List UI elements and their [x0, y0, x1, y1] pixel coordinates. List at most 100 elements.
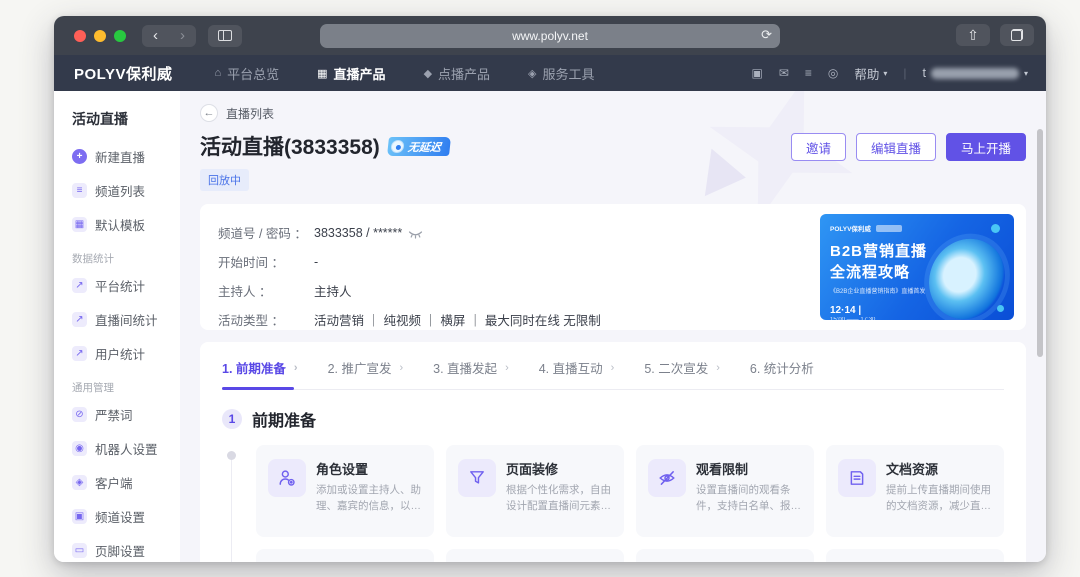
sidebar-toggle-icon [218, 30, 232, 41]
nav-service-tools[interactable]: ◈ 服务工具 [528, 64, 594, 83]
steps-tabs: 1. 前期准备 › 2. 推广宣发 › 3. 直播发起 › 4. 直播互动 › [222, 358, 1004, 390]
sidebar-item-label: 平台统计 [95, 276, 145, 295]
step-tab-analytics[interactable]: 6. 统计分析 [750, 358, 814, 377]
step-label: 4. 直播互动 [539, 358, 603, 377]
chevron-down-icon: ▾ [1024, 69, 1028, 78]
card-title: 角色设置 [316, 459, 422, 478]
browser-titlebar: ‹ › www.polyv.net ⟳ ⇧ [54, 16, 1046, 55]
eye-slash-icon [648, 459, 686, 497]
mail-icon[interactable]: ✉ [779, 66, 789, 80]
workflow-panel: 1. 前期准备 › 2. 推广宣发 › 3. 直播发起 › 4. 直播互动 › [200, 342, 1026, 562]
card-chatroom-settings[interactable]: ▭ 聊天室设置 [446, 549, 624, 562]
card-watch-page-settings[interactable]: ▭ 观看页设置 [636, 549, 814, 562]
user-account-menu[interactable]: t ▾ [923, 66, 1029, 80]
card-document-resources[interactable]: 文档资源 提前上传直播期间使用的文档资源，减少直播中的失… [826, 445, 1004, 537]
card-anti-screen-record[interactable]: ▭ 防录屏 [256, 549, 434, 562]
promo-banner[interactable]: POLYV保利威 B2B营销直播 全流程攻略 《B2B企业直播营销指南》直播首发… [820, 214, 1014, 320]
start-live-button[interactable]: 马上开播 [946, 133, 1026, 161]
sidebar-section-data-stats: 数据统计 [72, 251, 180, 266]
paint-funnel-icon [458, 459, 496, 497]
banner-subtitle: 《B2B企业直播营销指南》直播首发 [830, 286, 1004, 295]
minimize-window-button[interactable] [94, 30, 106, 42]
browser-sidebar-button[interactable] [208, 25, 242, 47]
chevron-right-icon: › [716, 362, 720, 374]
sidebar-item-label: 严禁词 [95, 405, 133, 424]
eye-closed-icon [408, 229, 423, 240]
browser-forward-button[interactable]: › [169, 25, 196, 47]
toolbox-icon: ◈ [528, 67, 536, 80]
chevron-right-icon: › [294, 362, 298, 374]
sidebar-item-channel-settings[interactable]: ▣ 频道设置 [72, 499, 180, 533]
chart-icon: ↗ [72, 346, 87, 361]
timeline-dot [227, 451, 236, 460]
client-icon: ◈ [72, 475, 87, 490]
cloud-icon: ◆ [424, 67, 432, 80]
section-title: 前期准备 [252, 407, 316, 431]
polyv-logo[interactable]: POLYV保利威 [74, 63, 172, 84]
person-gear-icon [268, 459, 306, 497]
nav-label: 点播产品 [438, 64, 490, 83]
address-bar[interactable]: www.polyv.net ⟳ [320, 24, 780, 48]
card-title: 观看限制 [696, 459, 802, 478]
step-tab-promotion[interactable]: 2. 推广宣发 › [328, 358, 404, 377]
sidebar-item-label: 用户统计 [95, 344, 145, 363]
scrollbar-thumb[interactable] [1037, 129, 1043, 357]
nav-platform-overview[interactable]: ⌂ 平台总览 [214, 64, 279, 83]
sidebar-item-room-stats[interactable]: ↗ 直播间统计 [72, 302, 180, 336]
breadcrumb[interactable]: 直播列表 [226, 105, 274, 122]
sidebar-item-platform-stats[interactable]: ↗ 平台统计 [72, 268, 180, 302]
sidebar-item-user-stats[interactable]: ↗ 用户统计 [72, 336, 180, 370]
host-value: 主持人 [314, 281, 352, 300]
chart-icon: ↗ [72, 278, 87, 293]
service-icon[interactable]: ◎ [828, 66, 838, 80]
edit-live-button[interactable]: 编辑直播 [856, 133, 936, 161]
traffic-lights [74, 30, 126, 42]
sidebar-section-general: 通用管理 [72, 380, 180, 395]
back-button[interactable]: ← [200, 104, 218, 122]
card-viewing-restrictions[interactable]: 观看限制 设置直播间的观看条件，支持白名单、报名观看、验… [636, 445, 814, 537]
sidebar-item-default-template[interactable]: ▦ 默认模板 [72, 207, 180, 241]
step-label: 1. 前期准备 [222, 358, 286, 377]
nav-divider: | [903, 66, 906, 80]
step-tab-launch[interactable]: 3. 直播发起 › [433, 358, 509, 377]
step-tab-repromotion[interactable]: 5. 二次宣发 › [644, 358, 720, 377]
close-window-button[interactable] [74, 30, 86, 42]
browser-back-button[interactable]: ‹ [142, 25, 169, 47]
sidebar-item-channel-list[interactable]: ≡ 频道列表 [72, 173, 180, 207]
sidebar-item-client[interactable]: ◈ 客户端 [72, 465, 180, 499]
banner-dot [997, 305, 1004, 312]
card-page-embed[interactable]: ▭ 页面嵌入 [826, 549, 1004, 562]
invite-button[interactable]: 邀请 [791, 133, 846, 161]
main-content: ← 直播列表 活动直播(3833358) 无延迟 邀请 编辑直播 马上开播 回放… [180, 91, 1046, 562]
channel-id-password-value: 3833358 / ****** [314, 226, 402, 240]
card-role-settings[interactable]: 角色设置 添加或设置主持人、助理、嘉宾的信息，以及新增助… [256, 445, 434, 537]
template-icon: ▦ [72, 217, 87, 232]
card-page-decoration[interactable]: 页面装修 根据个性化需求，自由设计配置直播间元素，支持自… [446, 445, 624, 537]
robot-icon: ◉ [72, 441, 87, 456]
nav-live-products[interactable]: ▦ 直播产品 [317, 64, 385, 83]
no-delay-badge: 无延迟 [387, 137, 451, 156]
tabs-overview-button[interactable] [1000, 24, 1034, 46]
banner-time: 15:00 —— 17:30 [830, 317, 1004, 320]
card-title: 文档资源 [886, 459, 992, 478]
zoom-window-button[interactable] [114, 30, 126, 42]
orders-icon[interactable]: ≡ [805, 66, 812, 80]
sidebar-item-robot-settings[interactable]: ◉ 机器人设置 [72, 431, 180, 465]
refresh-icon[interactable]: ⟳ [761, 27, 772, 43]
step-tab-preparation[interactable]: 1. 前期准备 › [222, 358, 298, 377]
sidebar-item-new-live[interactable]: + 新建直播 [72, 139, 180, 173]
password-visibility-toggle[interactable] [408, 229, 423, 240]
card-title: 页面装修 [506, 459, 612, 478]
sidebar-item-label: 页脚设置 [95, 541, 145, 560]
help-menu[interactable]: 帮助 ▾ [854, 64, 887, 83]
share-button[interactable]: ⇧ [956, 24, 990, 46]
user-name-prefix: t [923, 66, 926, 80]
live-tv-icon: ▦ [317, 67, 327, 80]
step-tab-interaction[interactable]: 4. 直播互动 › [539, 358, 615, 377]
chevron-right-icon: › [611, 362, 615, 374]
sidebar-item-banned-words[interactable]: ⊘ 严禁词 [72, 397, 180, 431]
inbox-icon[interactable]: ▣ [751, 66, 762, 80]
step-label: 3. 直播发起 [433, 358, 497, 377]
sidebar-item-footer-settings[interactable]: ▭ 页脚设置 [72, 533, 180, 562]
nav-vod-products[interactable]: ◆ 点播产品 [424, 64, 490, 83]
